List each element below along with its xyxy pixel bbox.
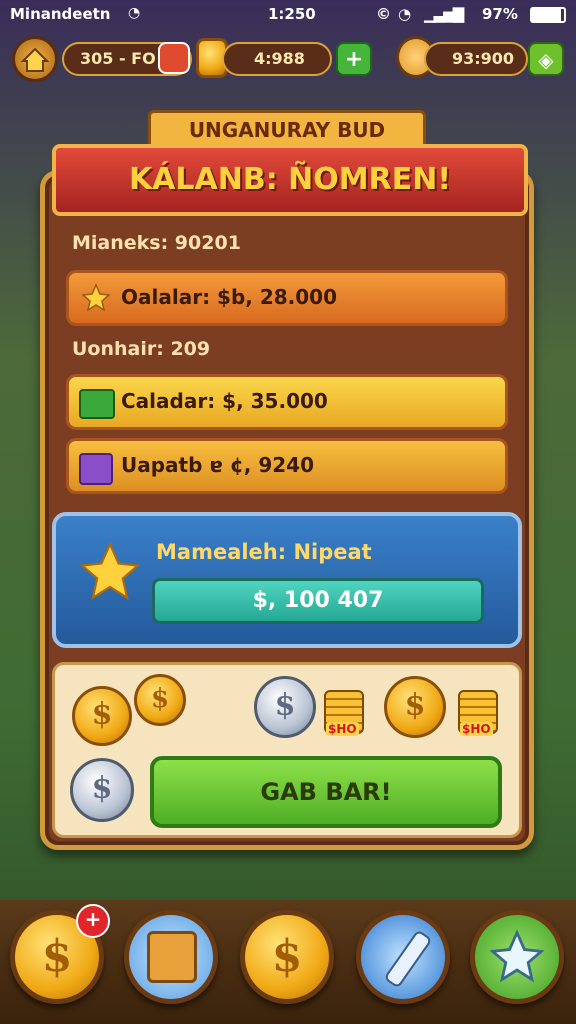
notification-badge: + bbox=[76, 904, 110, 938]
battery-icon bbox=[530, 7, 566, 23]
settings-button[interactable]: ◈ bbox=[528, 42, 564, 76]
section2-text: Uonhair: 209 bbox=[72, 338, 211, 360]
cash-icon bbox=[79, 389, 115, 419]
home-icon[interactable] bbox=[12, 36, 58, 82]
title-banner: UNGANURAY BUD KÁLANB: ÑOMREN! bbox=[52, 110, 528, 216]
stack-tag: $HO bbox=[326, 722, 359, 736]
wifi-icon: ◔ bbox=[128, 5, 141, 21]
crate-icon bbox=[147, 931, 197, 983]
gold-coin-icon: $ bbox=[134, 674, 186, 726]
reward-row-1[interactable]: Oalalar: $b, 28.000 bbox=[66, 270, 508, 326]
stack-tag: $HO bbox=[460, 722, 493, 736]
clock: 1:250 bbox=[268, 5, 316, 23]
row1-label: Oalalar: $b, 28.000 bbox=[121, 285, 337, 309]
nav-bank-button[interactable]: $ bbox=[240, 910, 334, 1004]
status-bar: Minandeetn ◔ 1:250 © ◔ ▁▃▅▇ 97% bbox=[0, 0, 576, 30]
resource-right-value: 93:900 bbox=[452, 49, 515, 68]
dollar-icon: $ bbox=[271, 931, 303, 982]
big-star-icon bbox=[79, 541, 141, 600]
silver-coin-icon: $ bbox=[254, 676, 316, 738]
resource-center-value: 4:988 bbox=[254, 49, 305, 68]
add-coins-button[interactable]: + bbox=[336, 42, 372, 76]
star-icon bbox=[81, 283, 111, 312]
row3-label: Uapatb ɐ ¢, 9240 bbox=[121, 453, 314, 477]
nav-star-button[interactable] bbox=[470, 910, 564, 1004]
reward-row-3[interactable]: Uapatb ɐ ¢, 9240 bbox=[66, 438, 508, 494]
carrier-label: Minandeetn bbox=[10, 5, 111, 23]
resource-right-pill: 93:900 bbox=[424, 42, 528, 76]
nav-shop-button[interactable] bbox=[124, 910, 218, 1004]
resource-left-value: 305 - FO bbox=[80, 49, 156, 68]
silver-coin-icon: $ bbox=[70, 758, 134, 822]
bonus-value-field[interactable]: $, 100 407 bbox=[152, 578, 484, 624]
alarm-icon: © bbox=[376, 5, 391, 23]
grab-bar-button[interactable]: GAB BAR! bbox=[150, 756, 502, 828]
wrench-icon bbox=[383, 929, 433, 989]
battery-label: 97% bbox=[482, 5, 518, 23]
gift-icon bbox=[79, 453, 113, 485]
signal-wifi-icon: ◔ bbox=[398, 5, 412, 23]
reward-row-2[interactable]: Caladar: $, 35.000 bbox=[66, 374, 508, 430]
row2-label: Caladar: $, 35.000 bbox=[121, 389, 328, 413]
cell-signal-icon: ▁▃▅▇ bbox=[424, 5, 464, 23]
bonus-title: Mamealeh: Nipeat bbox=[156, 540, 372, 564]
gem-icon[interactable] bbox=[158, 42, 190, 74]
section1-text: Mianeks: 90201 bbox=[72, 232, 241, 254]
nav-tools-button[interactable] bbox=[356, 910, 450, 1004]
gold-coin-icon: $ bbox=[384, 676, 446, 738]
bonus-card: Mamealeh: Nipeat $, 100 407 bbox=[52, 512, 522, 648]
star-icon bbox=[489, 929, 545, 983]
banner-title: KÁLANB: ÑOMREN! bbox=[52, 144, 528, 216]
dollar-icon: $ bbox=[41, 931, 73, 982]
resource-center-pill: 4:988 bbox=[222, 42, 332, 76]
gold-coin-icon: $ bbox=[72, 686, 132, 746]
